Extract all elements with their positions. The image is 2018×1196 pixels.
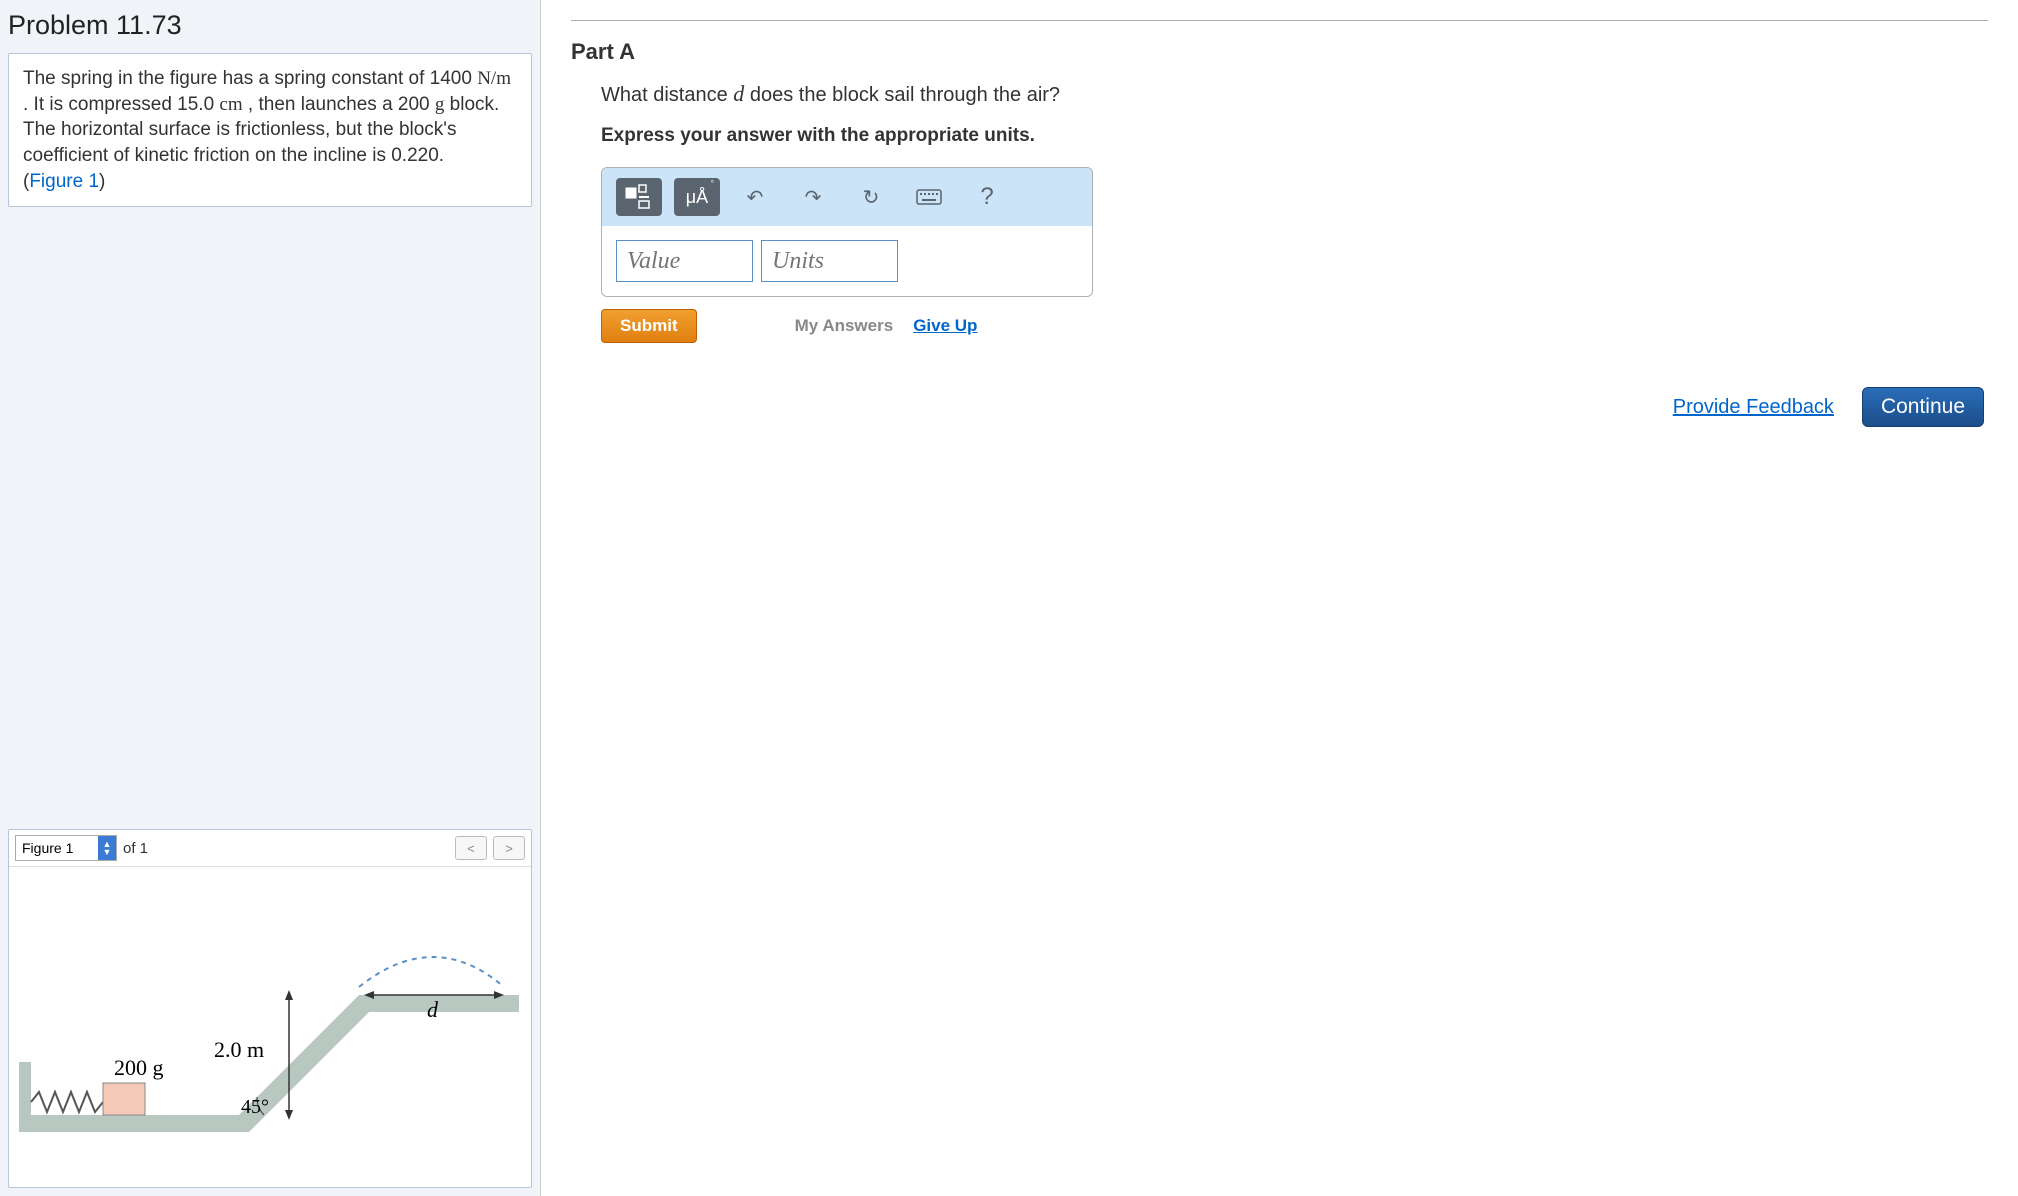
figure-select-input[interactable]	[16, 840, 98, 856]
part-label: Part A	[571, 39, 1988, 65]
problem-text: . It is compressed 15.0	[23, 94, 219, 115]
figure-link[interactable]: Figure 1	[29, 171, 99, 192]
problem-text: The spring in the figure has a spring co…	[23, 68, 477, 89]
problem-text: , then launches a 200	[243, 94, 435, 115]
undo-button[interactable]: ↶	[732, 178, 778, 216]
units-input[interactable]	[761, 240, 898, 282]
question-var: d	[733, 81, 744, 106]
figure-d-label: d	[427, 997, 439, 1022]
figure-angle-label: 45°	[241, 1096, 269, 1118]
help-button[interactable]: ?	[964, 178, 1010, 216]
divider	[571, 20, 1988, 21]
question-text: What distance d does the block sail thro…	[601, 81, 1988, 107]
continue-button[interactable]: Continue	[1862, 387, 1984, 427]
template-button[interactable]	[616, 178, 662, 216]
redo-button[interactable]: ↷	[790, 178, 836, 216]
unit-g: g	[435, 94, 445, 115]
keyboard-button[interactable]	[906, 178, 952, 216]
problem-statement: The spring in the figure has a spring co…	[8, 53, 532, 207]
units-button-label: μÅ	[686, 187, 708, 208]
reset-button[interactable]: ↻	[848, 178, 894, 216]
unit-cm: cm	[219, 94, 242, 115]
provide-feedback-link[interactable]: Provide Feedback	[1673, 396, 1834, 419]
question-pre: What distance	[601, 84, 733, 106]
figure-diagram: 200 g 2.0 m 45° d	[9, 867, 531, 1187]
give-up-link[interactable]: Give Up	[913, 316, 977, 336]
unit-nm: N/m	[477, 68, 511, 89]
units-button[interactable]: μÅ °	[674, 178, 720, 216]
instruction-text: Express your answer with the appropriate…	[601, 125, 1988, 147]
figure-count: of 1	[123, 840, 148, 857]
my-answers-label[interactable]: My Answers	[795, 316, 894, 336]
question-post: does the block sail through the air?	[744, 84, 1060, 106]
figure-height-label: 2.0 m	[214, 1037, 264, 1062]
figure-prev-button[interactable]: <	[455, 836, 487, 860]
submit-button[interactable]: Submit	[601, 309, 697, 343]
value-input[interactable]	[616, 240, 753, 282]
problem-title: Problem 11.73	[0, 0, 540, 53]
answer-toolbar: μÅ ° ↶ ↷ ↻ ?	[602, 168, 1092, 226]
figure-mass-label: 200 g	[114, 1055, 164, 1080]
figure-next-button[interactable]: >	[493, 836, 525, 860]
figure-select[interactable]: ▲▼	[15, 835, 117, 861]
answer-area: μÅ ° ↶ ↷ ↻ ?	[601, 167, 1093, 297]
figure-header: ▲▼ of 1 < >	[9, 830, 531, 867]
figure-panel: ▲▼ of 1 < >	[8, 829, 532, 1188]
figure-stepper[interactable]: ▲▼	[98, 836, 116, 860]
